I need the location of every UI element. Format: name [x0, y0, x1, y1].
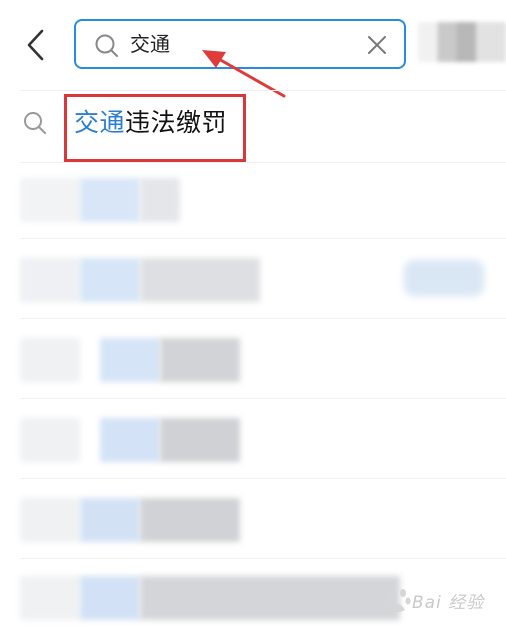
- list-item[interactable]: [20, 498, 240, 542]
- divider: [20, 90, 506, 91]
- annotation-highlight-box: [64, 94, 246, 162]
- divider: [20, 238, 506, 239]
- paw-icon: [386, 589, 411, 612]
- divider: [20, 162, 506, 163]
- divider: [20, 478, 506, 479]
- search-query-text: 交通: [130, 32, 170, 56]
- close-icon[interactable]: [366, 34, 388, 56]
- divider: [20, 318, 506, 319]
- divider: [20, 558, 506, 559]
- list-item[interactable]: [20, 258, 260, 302]
- list-item[interactable]: [20, 178, 180, 222]
- list-item-badge: [404, 260, 484, 296]
- divider: [20, 398, 506, 399]
- list-item[interactable]: [20, 418, 240, 462]
- search-icon: [24, 112, 46, 134]
- list-item[interactable]: [20, 338, 240, 382]
- back-button[interactable]: [22, 28, 56, 62]
- search-icon: [95, 34, 118, 57]
- search-action-button[interactable]: [418, 22, 506, 62]
- list-item[interactable]: [20, 576, 400, 620]
- chevron-left-icon: [27, 29, 44, 61]
- watermark: Bai 经验: [384, 580, 504, 622]
- watermark-text: Bai 经验: [412, 593, 485, 613]
